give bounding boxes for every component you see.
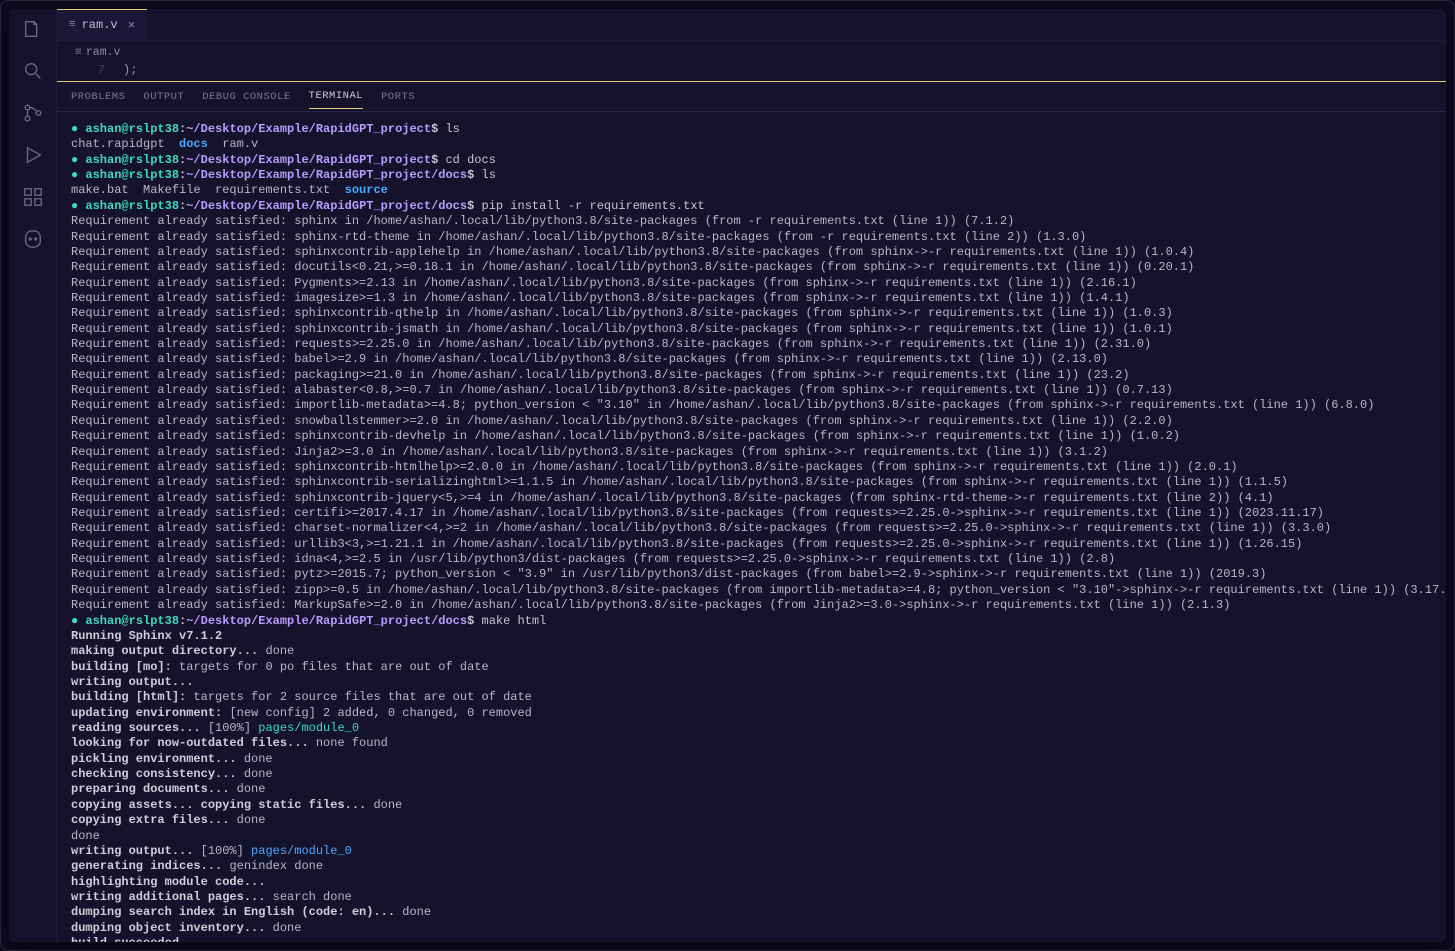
line-number: 7 bbox=[75, 63, 105, 77]
extensions-icon[interactable] bbox=[21, 185, 45, 209]
copilot-icon[interactable] bbox=[21, 227, 45, 251]
file-icon: ≡ bbox=[69, 19, 76, 31]
run-debug-icon[interactable] bbox=[21, 143, 45, 167]
tab-ram-v[interactable]: ≡ ram.v × bbox=[57, 9, 147, 40]
app-window: ≡ ram.v × ≡ ram.v 7 ); PROBLEMS OUTPUT DEB… bbox=[9, 9, 1446, 942]
panel-tab-problems[interactable]: PROBLEMS bbox=[71, 85, 125, 109]
panel-tab-debug-console[interactable]: DEBUG CONSOLE bbox=[202, 85, 290, 109]
panel-tabs: PROBLEMS OUTPUT DEBUG CONSOLE TERMINAL PORTS bbox=[57, 82, 1446, 112]
panel-tab-output[interactable]: OUTPUT bbox=[143, 85, 184, 109]
panel-tab-terminal[interactable]: TERMINAL bbox=[309, 84, 363, 109]
file-icon: ≡ bbox=[75, 46, 82, 59]
terminal[interactable]: ● ashan@rslpt38:~/Desktop/Example/RapidG… bbox=[57, 112, 1446, 942]
line-content: ); bbox=[105, 63, 137, 77]
editor-line[interactable]: 7 ); bbox=[57, 63, 1446, 82]
close-icon[interactable]: × bbox=[128, 18, 136, 33]
tab-label: ram.v bbox=[82, 18, 118, 32]
panel-tab-ports[interactable]: PORTS bbox=[381, 85, 415, 109]
search-icon[interactable] bbox=[21, 59, 45, 83]
activity-bar bbox=[9, 9, 57, 942]
breadcrumb-file: ram.v bbox=[86, 46, 121, 59]
main-area: ≡ ram.v × ≡ ram.v 7 ); PROBLEMS OUTPUT DEB… bbox=[57, 9, 1446, 942]
source-control-icon[interactable] bbox=[21, 101, 45, 125]
breadcrumb[interactable]: ≡ ram.v bbox=[57, 41, 1446, 63]
editor-tab-bar: ≡ ram.v × bbox=[57, 9, 1446, 41]
files-icon[interactable] bbox=[21, 17, 45, 41]
